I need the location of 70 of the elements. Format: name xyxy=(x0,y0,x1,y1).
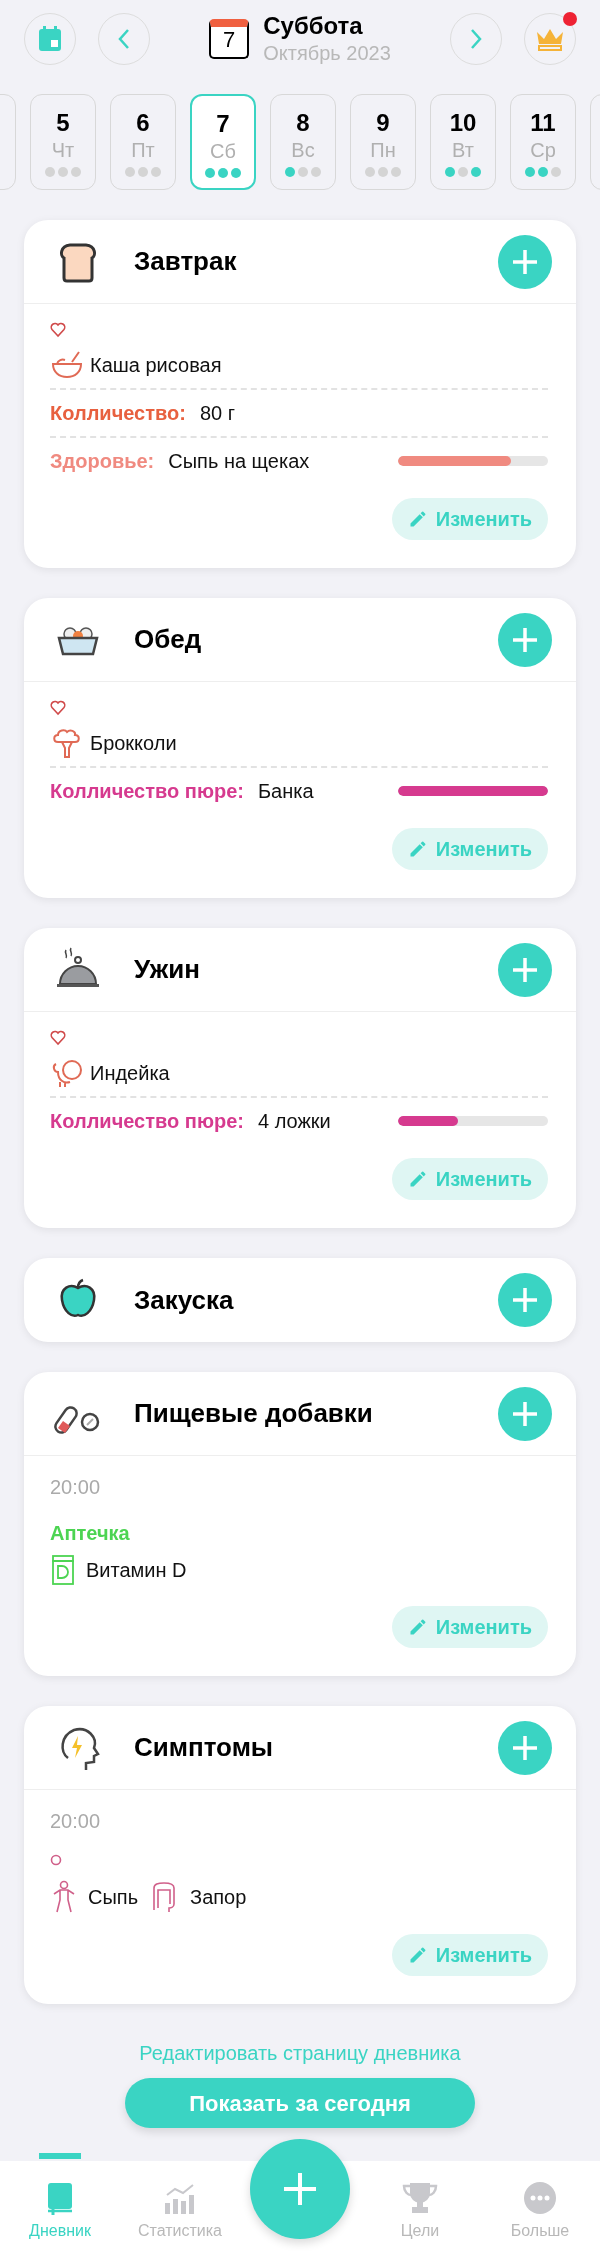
add-button[interactable] xyxy=(498,1720,552,1775)
chevron-left-icon xyxy=(117,28,131,50)
show-today-button[interactable]: Показать за сегодня xyxy=(125,2078,475,2128)
circle-icon xyxy=(50,1854,62,1866)
field-label: Колличество пюре: xyxy=(50,1109,244,1134)
plus-icon xyxy=(511,955,539,984)
calendar-icon xyxy=(37,25,63,53)
day-card[interactable]: 5 Чт xyxy=(30,94,96,190)
entry-time: 20:00 xyxy=(50,1810,101,1832)
field-value: Сыпь на щеках xyxy=(168,449,310,474)
day-card[interactable]: 6 Пт xyxy=(110,94,176,190)
edit-page-link[interactable]: Редактировать страницу дневника xyxy=(139,2038,461,2068)
plus-icon xyxy=(511,1733,539,1762)
plus-icon xyxy=(282,2171,318,2207)
day-card[interactable]: 9 Пн xyxy=(350,94,416,190)
bar-chart-icon xyxy=(163,2181,197,2215)
heart-icon xyxy=(50,322,66,338)
trophy-icon xyxy=(401,2181,439,2215)
symptom-name: Запор xyxy=(190,1885,247,1910)
card-title: Обед xyxy=(134,623,202,656)
card-title: Закуска xyxy=(134,1283,234,1317)
nav-tab[interactable]: Цели xyxy=(360,2153,480,2243)
chevron-right-icon xyxy=(469,28,483,50)
field-label: Здоровье: xyxy=(50,449,155,474)
nav-tab[interactable]: Больше xyxy=(480,2153,600,2243)
day-card[interactable]: 7 Сб xyxy=(190,94,256,190)
add-button[interactable] xyxy=(498,942,552,997)
symptom-name: Сыпь xyxy=(88,1885,139,1910)
entry-time: 20:00 xyxy=(50,1476,101,1498)
more-icon xyxy=(523,2181,557,2215)
edit-button[interactable]: Изменить xyxy=(391,1606,548,1648)
card-title: Ужин xyxy=(134,953,200,986)
add-button[interactable] xyxy=(498,234,552,289)
nav-tab[interactable]: Дневник xyxy=(0,2153,120,2243)
plus-icon xyxy=(511,247,539,276)
edit-button[interactable]: Изменить xyxy=(391,1934,548,1976)
day-card[interactable]: 11 Ср xyxy=(510,94,576,190)
plus-icon xyxy=(511,1399,539,1428)
card-title: Симптомы xyxy=(134,1731,274,1764)
month-subtitle: Октябрь 2023 xyxy=(263,41,391,66)
card-title: Пищевые добавки xyxy=(134,1397,373,1430)
jar-icon xyxy=(50,1554,76,1586)
date-badge-day: 7 xyxy=(211,27,248,53)
field-label: Колличество: xyxy=(50,401,186,426)
day-card[interactable]: 8 Вс xyxy=(270,94,336,190)
edit-button[interactable]: Изменить xyxy=(391,828,548,870)
add-button[interactable] xyxy=(498,1386,552,1441)
book-icon xyxy=(45,2181,75,2215)
day-card[interactable]: 10 Вт xyxy=(430,94,496,190)
edit-button[interactable]: Изменить xyxy=(391,1158,548,1200)
field-value: 80 г xyxy=(199,401,236,426)
active-tab-indicator xyxy=(39,2153,81,2159)
plus-icon xyxy=(511,625,539,654)
add-button[interactable] xyxy=(498,612,552,667)
card-title: Завтрак xyxy=(134,245,237,278)
group-label: Аптечка xyxy=(50,1522,130,1544)
food-name: Каша рисовая xyxy=(90,353,222,378)
day-title: Суббота xyxy=(263,12,364,40)
field-value: Банка xyxy=(258,779,314,804)
nav-tab[interactable]: Статистика xyxy=(120,2153,240,2243)
field-label: Колличество пюре: xyxy=(50,779,244,804)
heart-icon xyxy=(50,700,66,716)
food-name: Брокколи xyxy=(90,731,177,756)
supplement-name: Витамин D xyxy=(86,1558,187,1583)
plus-icon xyxy=(511,1286,539,1314)
heart-icon xyxy=(50,1030,66,1046)
add-button[interactable] xyxy=(498,1273,552,1327)
field-value: 4 ложки xyxy=(258,1109,331,1134)
edit-button[interactable]: Изменить xyxy=(391,498,548,540)
food-name: Индейка xyxy=(90,1061,170,1086)
